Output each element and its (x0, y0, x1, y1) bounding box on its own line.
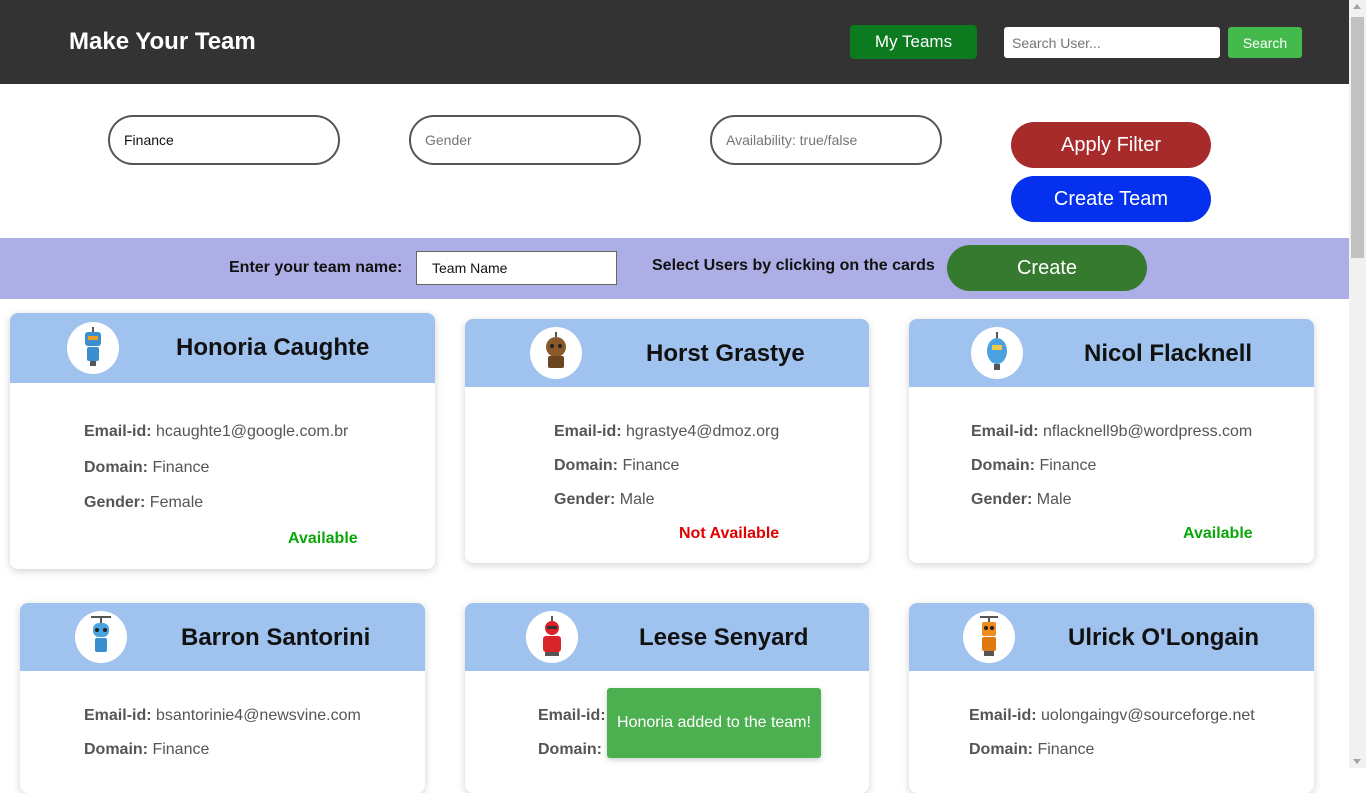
email-row: Email-id: (538, 707, 606, 725)
user-card[interactable]: Horst Grastye Email-id: hgrastye4@dmoz.o… (465, 319, 869, 563)
user-name: Barron Santorini (181, 624, 371, 651)
email-value: bsantorinie4@newsvine.com (156, 707, 361, 724)
domain-label: Domain: (84, 741, 148, 758)
robot-orange-icon (963, 611, 1015, 663)
domain-value: Finance (1037, 741, 1095, 758)
gender-row: Gender: Female (84, 494, 203, 512)
email-label: Email-id: (554, 423, 622, 440)
domain-row: Domain: Finance (971, 457, 1096, 475)
domain-filter-input[interactable] (108, 115, 340, 165)
robot-lightblue-icon (971, 327, 1023, 379)
scrollbar-thumb[interactable] (1351, 17, 1364, 258)
robot-propeller-blue-icon (75, 611, 127, 663)
domain-label: Domain: (84, 459, 148, 476)
email-value: uolongaingv@sourceforge.net (1041, 707, 1255, 724)
toast-notification: Honoria added to the team! (607, 688, 821, 758)
email-value: nflacknell9b@wordpress.com (1043, 423, 1253, 440)
user-card[interactable]: Nicol Flacknell Email-id: nflacknell9b@w… (909, 319, 1314, 563)
domain-row: Domain: Finance (554, 457, 679, 475)
domain-value: Finance (152, 741, 210, 758)
domain-row: Domain: Finance (969, 741, 1094, 759)
my-teams-button[interactable]: My Teams (850, 25, 977, 59)
email-label: Email-id: (971, 423, 1039, 440)
domain-value: Finance (622, 457, 680, 474)
card-header: Barron Santorini (20, 603, 425, 671)
apply-filter-button[interactable]: Apply Filter (1011, 122, 1211, 168)
card-header: Ulrick O'Longain (909, 603, 1314, 671)
gender-value: Male (1036, 491, 1072, 508)
user-name: Ulrick O'Longain (1068, 624, 1260, 651)
robot-red-icon (526, 611, 578, 663)
gender-label: Gender: (971, 491, 1033, 508)
card-header: Nicol Flacknell (909, 319, 1314, 387)
team-creation-bar: Enter your team name: Select Users by cl… (0, 238, 1349, 299)
domain-row: Domain: (538, 741, 602, 759)
gender-value: Female (149, 494, 204, 511)
email-label: Email-id: (538, 707, 606, 724)
page-scrollbar[interactable] (1349, 0, 1366, 768)
gender-row: Gender: Male (971, 491, 1071, 509)
gender-filter-input[interactable] (409, 115, 641, 165)
email-value: hgrastye4@dmoz.org (626, 423, 780, 440)
scroll-down-arrow-icon[interactable] (1353, 759, 1361, 764)
email-value: hcaughte1@google.com.br (156, 423, 349, 440)
user-name: Nicol Flacknell (1084, 340, 1253, 367)
robot-blue-icon (67, 322, 119, 374)
card-header: Leese Senyard (465, 603, 869, 671)
create-button[interactable]: Create (947, 245, 1147, 291)
user-card[interactable]: Honoria Caughte Email-id: hcaughte1@goog… (10, 313, 435, 569)
email-label: Email-id: (84, 707, 152, 724)
user-name: Horst Grastye (646, 340, 805, 367)
domain-row: Domain: Finance (84, 741, 209, 759)
domain-value: Finance (1039, 457, 1097, 474)
email-row: Email-id: hgrastye4@dmoz.org (554, 423, 779, 441)
card-header: Horst Grastye (465, 319, 869, 387)
gender-label: Gender: (84, 494, 146, 511)
domain-label: Domain: (554, 457, 618, 474)
card-header: Honoria Caughte (10, 313, 435, 383)
domain-label: Domain: (969, 741, 1033, 758)
domain-value: Finance (152, 459, 210, 476)
team-name-input[interactable] (416, 251, 617, 285)
top-navbar: Make Your Team My Teams Search (0, 0, 1349, 84)
email-label: Email-id: (969, 707, 1037, 724)
user-card[interactable]: Barron Santorini Email-id: bsantorinie4@… (20, 603, 425, 793)
email-row: Email-id: bsantorinie4@newsvine.com (84, 707, 361, 725)
email-label: Email-id: (84, 423, 152, 440)
gender-label: Gender: (554, 491, 616, 508)
availability-filter-input[interactable] (710, 115, 942, 165)
scroll-up-arrow-icon[interactable] (1353, 4, 1361, 9)
brand-title: Make Your Team (69, 28, 256, 55)
user-name: Leese Senyard (639, 624, 809, 651)
robot-brown-icon (530, 327, 582, 379)
toast-message: Honoria added to the team! (617, 714, 811, 731)
email-row: Email-id: nflacknell9b@wordpress.com (971, 423, 1252, 441)
domain-label: Domain: (971, 457, 1035, 474)
search-button[interactable]: Search (1228, 27, 1302, 58)
email-row: Email-id: uolongaingv@sourceforge.net (969, 707, 1255, 725)
availability-status: Not Available (679, 525, 780, 542)
domain-label: Domain: (538, 741, 602, 758)
user-name: Honoria Caughte (176, 334, 370, 361)
select-users-hint: Select Users by clicking on the cards (652, 257, 935, 274)
search-user-input[interactable] (1004, 27, 1220, 58)
availability-status: Available (1183, 525, 1253, 542)
create-team-button[interactable]: Create Team (1011, 176, 1211, 222)
team-name-label: Enter your team name: (229, 259, 403, 276)
gender-row: Gender: Male (554, 491, 654, 509)
availability-status: Available (288, 530, 358, 547)
gender-value: Male (619, 491, 655, 508)
user-card[interactable]: Ulrick O'Longain Email-id: uolongaingv@s… (909, 603, 1314, 793)
domain-row: Domain: Finance (84, 459, 209, 477)
email-row: Email-id: hcaughte1@google.com.br (84, 423, 348, 441)
